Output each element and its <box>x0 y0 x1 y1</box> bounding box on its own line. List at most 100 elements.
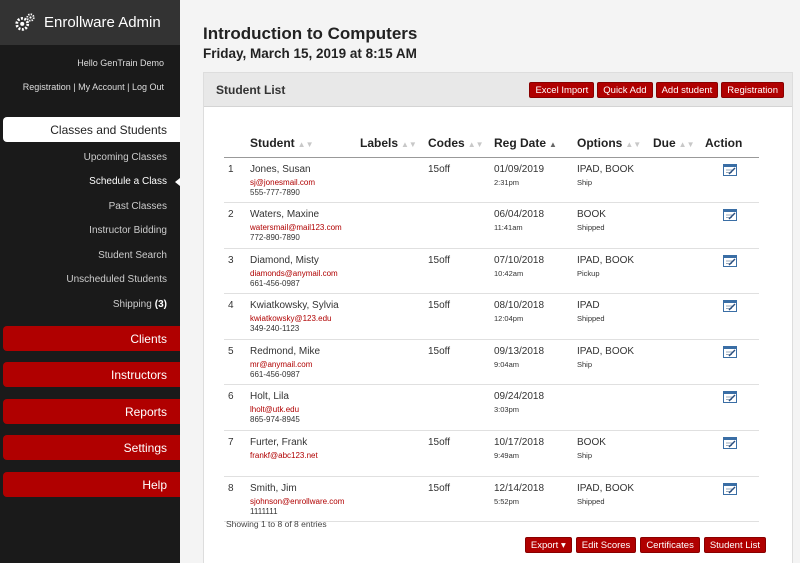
col-options[interactable]: Options ▲▼ <box>573 129 649 158</box>
student-name: Diamond, Misty <box>250 254 319 266</box>
my-account-link[interactable]: My Account <box>78 82 125 92</box>
sort-arrows-icon: ▲▼ <box>401 139 417 149</box>
student-email-link[interactable]: frankf@abc123.net <box>250 451 352 460</box>
options-value: BOOK <box>577 437 606 449</box>
col-due-label: Due <box>653 135 676 150</box>
student-name: Smith, Jim <box>250 482 297 494</box>
student-email-link[interactable]: sjohnson@enrollware.com <box>250 497 352 506</box>
student-cell: Kwiatkowsky, Sylvia kwiatkowsky@123.edu 34… <box>246 293 356 340</box>
due-cell <box>649 202 701 249</box>
edit-icon[interactable] <box>723 482 737 495</box>
subnav-past-classes[interactable]: Past Classes <box>0 194 180 219</box>
col-codes-label: Codes <box>428 135 465 150</box>
student-cell: Waters, Maxine watersmail@mail123.com 772-… <box>246 202 356 249</box>
brand-header[interactable]: Enrollware Admin <box>0 0 180 45</box>
row-index: 5 <box>224 339 246 386</box>
quick-add-button[interactable]: Quick Add <box>597 82 653 98</box>
student-phone: 772-890-7890 <box>250 233 300 243</box>
row-index: 7 <box>224 430 246 477</box>
student-email-link[interactable]: kwiatkowsky@123.edu <box>250 314 352 323</box>
student-email-link[interactable]: lholt@utk.edu <box>250 405 352 414</box>
log-out-link[interactable]: Log Out <box>132 82 164 92</box>
student-email-link[interactable]: diamonds@anymail.com <box>250 269 352 278</box>
app-title: Enrollware Admin <box>44 14 161 31</box>
student-name: Jones, Susan <box>250 163 311 175</box>
reg-time: 9:49am <box>494 451 520 461</box>
nav-clients[interactable]: Clients <box>3 326 180 351</box>
reg-date-cell: 09/13/2018 9:04am <box>490 339 573 386</box>
due-cell <box>649 248 701 295</box>
edit-icon[interactable] <box>723 254 737 267</box>
page-subtitle: Friday, March 15, 2019 at 8:15 AM <box>203 46 417 61</box>
edit-icon[interactable] <box>723 437 737 450</box>
table-body: 1 Jones, Susan sj@jonesmail.com 555-777-789… <box>224 157 759 523</box>
row-index: 6 <box>224 384 246 432</box>
action-cell <box>701 384 759 432</box>
labels-cell <box>356 248 424 295</box>
action-cell <box>701 476 759 523</box>
shipping-status: Shipped <box>577 223 605 233</box>
nav-settings[interactable]: Settings <box>3 435 180 460</box>
edit-icon[interactable] <box>723 345 737 358</box>
options-value: IPAD, BOOK <box>577 345 635 357</box>
edit-icon[interactable] <box>723 300 737 313</box>
edit-icon[interactable] <box>723 391 737 404</box>
col-labels[interactable]: Labels ▲▼ <box>356 129 424 158</box>
reg-date: 06/04/2018 <box>494 209 545 221</box>
table-row: 1 Jones, Susan sj@jonesmail.com 555-777-789… <box>224 157 759 204</box>
reg-date: 12/14/2018 <box>494 482 545 494</box>
student-email-link[interactable]: watersmail@mail123.com <box>250 223 352 232</box>
reg-time: 5:52pm <box>494 496 520 506</box>
action-cell <box>701 293 759 340</box>
due-cell <box>649 157 701 204</box>
col-student[interactable]: Student ▲▼ <box>246 129 356 158</box>
subnav-instructor-bidding[interactable]: Instructor Bidding <box>0 219 180 244</box>
nav-help[interactable]: Help <box>3 472 180 497</box>
nav-classes-and-students[interactable]: Classes and Students <box>3 117 180 142</box>
gears-icon <box>15 12 35 31</box>
reg-date: 10/17/2018 <box>494 437 545 449</box>
subnav-student-search[interactable]: Student Search <box>0 243 180 268</box>
student-list-button[interactable]: Student List <box>703 537 766 553</box>
shipping-status: Ship <box>577 359 593 369</box>
options-cell: IPAD, BOOK Ship <box>573 157 649 204</box>
due-cell <box>649 293 701 340</box>
export-dropdown-button[interactable]: Export ▾ <box>524 537 572 553</box>
student-phone: 349-240-1123 <box>250 324 300 334</box>
col-codes[interactable]: Codes ▲▼ <box>424 129 490 158</box>
col-due[interactable]: Due ▲▼ <box>649 129 701 158</box>
student-email-link[interactable]: sj@jonesmail.com <box>250 178 352 187</box>
panel-header-buttons: Excel Import Quick Add Add student Regis… <box>529 82 784 98</box>
student-phone: 661-456-0987 <box>250 278 300 288</box>
excel-import-button[interactable]: Excel Import <box>529 82 595 98</box>
col-reg-date[interactable]: Reg Date ▲ <box>490 129 573 158</box>
row-index: 3 <box>224 248 246 295</box>
student-email-link[interactable]: mr@anymail.com <box>250 360 352 369</box>
subnav-schedule-a-class[interactable]: Schedule a Class <box>0 170 180 195</box>
col-student-label: Student <box>250 135 295 150</box>
col-labels-label: Labels <box>360 135 399 150</box>
table-row: 7 Furter, Frank frankf@abc123.net 15off 10/1… <box>224 430 759 477</box>
subnav-unscheduled-students[interactable]: Unscheduled Students <box>0 268 180 293</box>
nav-reports[interactable]: Reports <box>3 399 180 424</box>
shipping-status: Ship <box>577 177 593 187</box>
codes-cell <box>424 202 490 249</box>
reg-date-cell: 08/10/2018 12:04pm <box>490 293 573 340</box>
student-phone: 555-777-7890 <box>250 187 300 197</box>
registration-button[interactable]: Registration <box>721 82 784 98</box>
entries-summary: Showing 1 to 8 of 8 entries <box>226 519 327 529</box>
edit-icon[interactable] <box>723 209 737 222</box>
add-student-button[interactable]: Add student <box>655 82 719 98</box>
labels-cell <box>356 430 424 477</box>
subnav-upcoming-classes[interactable]: Upcoming Classes <box>0 145 180 170</box>
due-cell <box>649 430 701 477</box>
certificates-button[interactable]: Certificates <box>640 537 700 553</box>
row-index: 8 <box>224 476 246 523</box>
subnav-shipping[interactable]: Shipping (3) <box>0 292 180 317</box>
nav-instructors[interactable]: Instructors <box>3 362 180 387</box>
edit-scores-button[interactable]: Edit Scores <box>575 537 637 553</box>
edit-icon[interactable] <box>723 163 737 176</box>
student-cell: Diamond, Misty diamonds@anymail.com 661-45… <box>246 248 356 295</box>
student-name: Redmond, Mike <box>250 345 321 357</box>
registration-link[interactable]: Registration <box>23 82 71 92</box>
